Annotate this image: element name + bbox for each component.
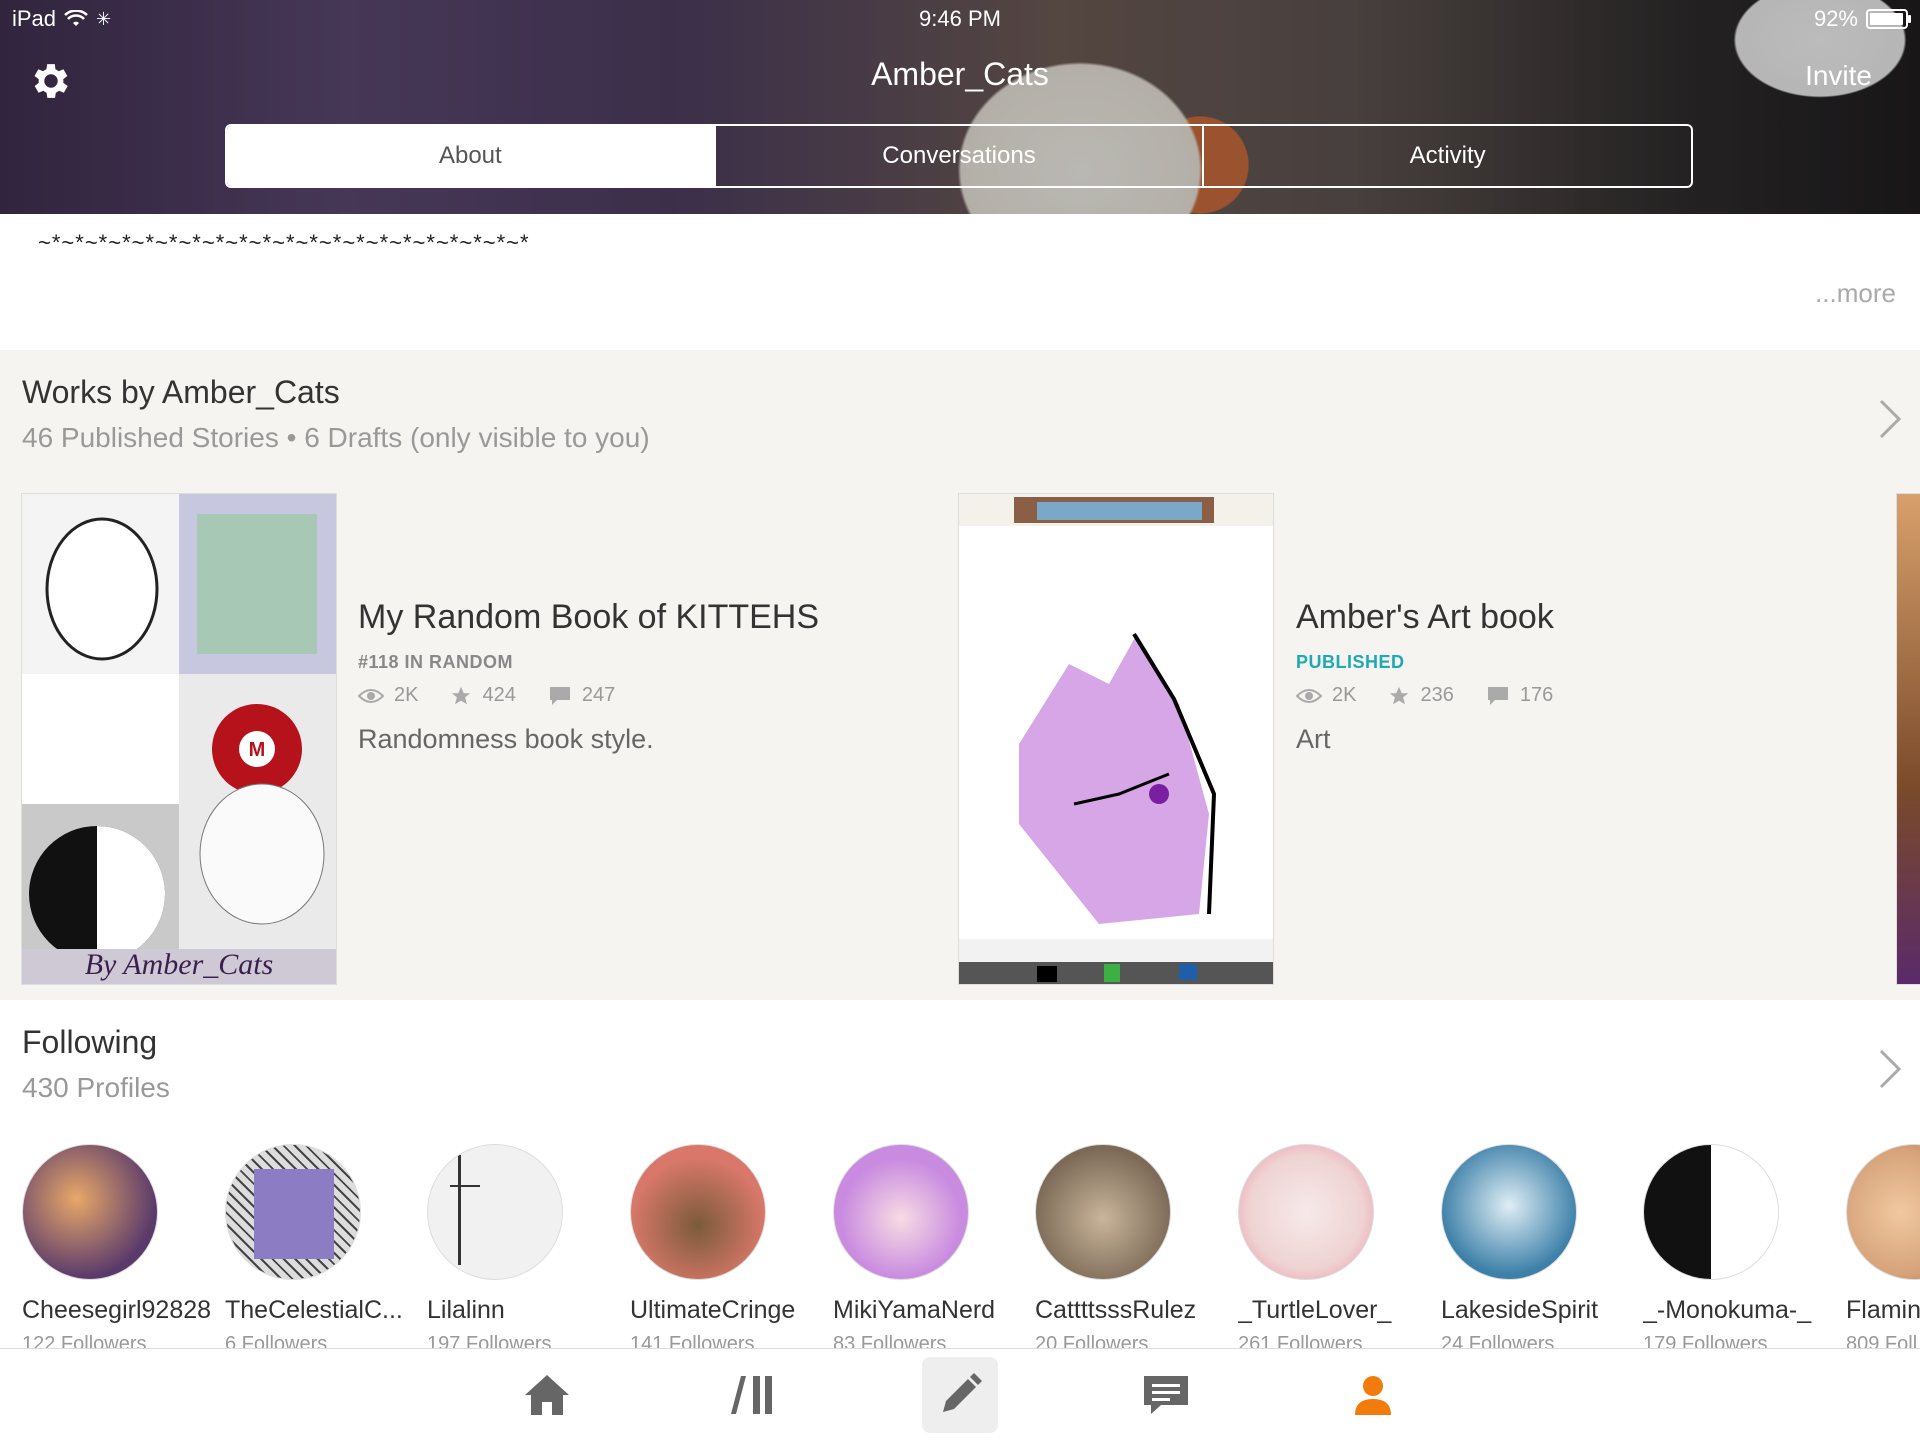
profile-card[interactable]: UltimateCringe 141 Followers	[630, 1144, 830, 1348]
profile-header: iPad ✳ 9:46 PM 92% Amber_Cats Invite Abo…	[0, 0, 1920, 214]
write-pencil-icon	[943, 1373, 982, 1412]
status-time: 9:46 PM	[919, 6, 1001, 31]
work-stats: 2K 424 247	[358, 684, 637, 707]
cover-caption: By Amber_Cats	[85, 948, 274, 981]
profile-followers: 83 Followers	[833, 1333, 947, 1348]
bottom-tab-bar	[0, 1348, 1920, 1441]
tab-conversations[interactable]: Conversations	[713, 126, 1203, 186]
works-chevron-right-icon[interactable]	[1878, 398, 1902, 440]
about-section: ~*~*~*~*~*~*~*~*~*~*~*~*~*~*~*~*~*~*~*~*…	[0, 214, 1920, 350]
profile-card[interactable]: LakesideSpirit 24 Followers	[1441, 1144, 1641, 1348]
profile-name: UltimateCringe	[630, 1296, 796, 1324]
profile-followers: 197 Followers	[427, 1333, 552, 1348]
profile-name: MikiYamaNerd	[833, 1296, 996, 1324]
avatar	[427, 1144, 563, 1280]
avatar	[225, 1144, 361, 1280]
avatar	[833, 1144, 969, 1280]
work-description: Randomness book style.	[358, 724, 654, 754]
profile-name: CattttsssRulez	[1035, 1296, 1197, 1324]
profile-person-icon	[1355, 1376, 1391, 1415]
following-chevron-right-icon[interactable]	[1878, 1048, 1902, 1090]
profile-name: TheCelestialC...	[225, 1296, 403, 1324]
tab-home[interactable]	[509, 1357, 585, 1433]
comments-bubble-icon	[549, 686, 570, 705]
profile-followers: 141 Followers	[630, 1333, 755, 1348]
profile-tabs: About Conversations Activity	[225, 124, 1693, 188]
tab-messages[interactable]	[1128, 1357, 1204, 1433]
profile-name: LakesideSpirit	[1441, 1296, 1599, 1324]
profile-name: _TurtleLover_	[1238, 1296, 1392, 1324]
profile-card[interactable]: MikiYamaNerd 83 Followers	[833, 1144, 1033, 1348]
votes-star-icon	[452, 686, 471, 704]
avatar	[1441, 1144, 1577, 1280]
votes-count: 236	[1420, 684, 1454, 706]
reads-count: 2K	[1332, 684, 1357, 706]
profile-name: Cheesegirl92828	[22, 1296, 212, 1324]
more-link[interactable]: ...more	[1815, 278, 1896, 309]
tab-library[interactable]	[716, 1357, 792, 1433]
work-rank-tag: #118 IN RANDOM	[358, 652, 514, 672]
work-title[interactable]: Amber's Art book	[1296, 598, 1554, 637]
reads-eye-icon	[1296, 688, 1322, 703]
tab-profile[interactable]	[1335, 1357, 1411, 1433]
work-cover-artbook[interactable]	[959, 494, 1273, 984]
work-description: Art	[1296, 724, 1331, 754]
work-stats: 2K 236 176	[1296, 684, 1575, 707]
battery-percent: 92%	[1813, 6, 1858, 31]
profile-followers: 809 Foll	[1846, 1333, 1918, 1348]
profile-card[interactable]: _TurtleLover_ 261 Followers	[1238, 1144, 1438, 1348]
work-cover-kittehs[interactable]: M By Amber_Cats	[22, 494, 336, 984]
invite-button[interactable]: Invite	[1805, 60, 1872, 92]
home-icon	[525, 1375, 569, 1415]
votes-count: 424	[482, 684, 516, 706]
svg-text:M: M	[249, 739, 266, 761]
comments-count: 176	[1519, 684, 1554, 706]
avatar	[22, 1144, 158, 1280]
avatar	[630, 1144, 766, 1280]
profile-followers: 6 Followers	[225, 1333, 328, 1348]
battery-icon	[1866, 9, 1911, 29]
profile-card[interactable]: Flamin 809 Foll	[1846, 1144, 1920, 1348]
messages-icon	[1144, 1376, 1188, 1414]
profile-followers: 261 Followers	[1238, 1333, 1363, 1348]
profile-name: Lilalinn	[427, 1296, 505, 1324]
profile-card[interactable]: CattttsssRulez 20 Followers	[1035, 1144, 1235, 1348]
profile-name: Flamin	[1846, 1296, 1920, 1324]
work-title[interactable]: My Random Book of KITTEHS	[358, 598, 819, 637]
profile-card[interactable]: _-Monokuma-_ 179 Followers	[1643, 1144, 1843, 1348]
profile-username: Amber_Cats	[871, 56, 1049, 92]
avatar	[1846, 1144, 1920, 1280]
following-list: Cheesegirl92828 122 Followers TheCelesti…	[22, 1144, 1920, 1348]
avatar	[1238, 1144, 1374, 1280]
comments-bubble-icon	[1487, 686, 1508, 705]
library-icon	[731, 1376, 772, 1414]
status-bar: iPad ✳ 9:46 PM 92%	[0, 6, 1920, 36]
work-status-tag: PUBLISHED	[1296, 652, 1405, 672]
tab-write[interactable]	[922, 1357, 998, 1433]
profile-name: _-Monokuma-_	[1643, 1296, 1812, 1324]
profile-followers: 20 Followers	[1035, 1333, 1149, 1348]
about-text: ~*~*~*~*~*~*~*~*~*~*~*~*~*~*~*~*~*~*~*~*…	[38, 230, 530, 255]
following-subtitle: 430 Profiles	[22, 1072, 170, 1103]
profile-followers: 24 Followers	[1441, 1333, 1555, 1348]
votes-star-icon	[1390, 686, 1409, 704]
profile-followers: 122 Followers	[22, 1333, 147, 1348]
following-title[interactable]: Following	[22, 1024, 157, 1061]
reads-eye-icon	[358, 688, 384, 703]
works-subtitle: 46 Published Stories • 6 Drafts (only vi…	[22, 422, 650, 453]
works-title[interactable]: Works by Amber_Cats	[22, 374, 340, 411]
work-cover-partial[interactable]	[1897, 494, 1920, 984]
profile-card[interactable]: Cheesegirl92828 122 Followers	[22, 1144, 222, 1348]
reads-count: 2K	[394, 684, 419, 706]
avatar	[1643, 1144, 1779, 1280]
tab-about[interactable]: About	[227, 126, 714, 186]
comments-count: 247	[581, 684, 616, 706]
profile-card[interactable]: TheCelestialC... 6 Followers	[225, 1144, 425, 1348]
avatar	[1035, 1144, 1171, 1280]
profile-card[interactable]: Lilalinn 197 Followers	[427, 1144, 627, 1348]
tab-activity[interactable]: Activity	[1202, 126, 1691, 186]
profile-followers: 179 Followers	[1643, 1333, 1768, 1348]
